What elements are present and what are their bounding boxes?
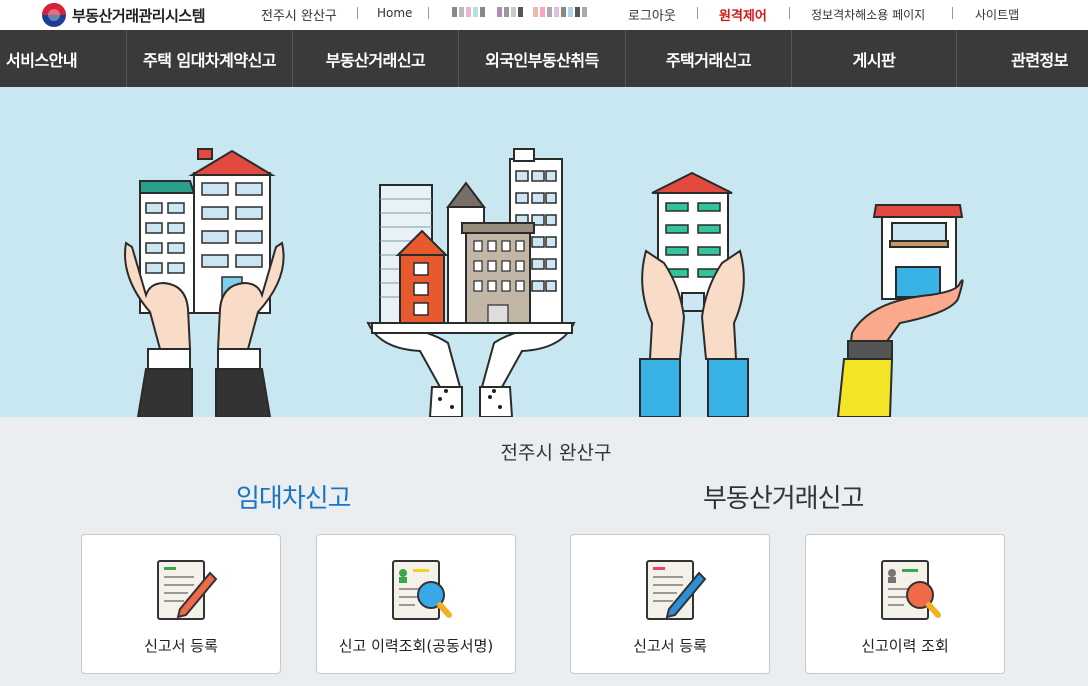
main-navigation: 서비스안내 주택 임대차계약신고 부동산거래신고 외국인부동산취득 주택거래신고… bbox=[0, 30, 1088, 87]
trade-register-card[interactable]: 신고서 등록 bbox=[570, 534, 770, 674]
taegeuk-logo-icon bbox=[42, 3, 66, 27]
accessibility-page-link[interactable]: 정보격차해소용 페이지 bbox=[811, 6, 925, 23]
nav-house-trade-report[interactable]: 주택거래신고 bbox=[626, 30, 792, 87]
sitemap-link[interactable]: 사이트맵 bbox=[975, 6, 1019, 23]
nav-service-info[interactable]: 서비스안내 bbox=[0, 30, 127, 87]
lease-history-card[interactable]: 신고 이력조회(공동서명) bbox=[316, 534, 516, 674]
lease-report-title: 임대차신고 bbox=[236, 484, 352, 514]
remote-control-link[interactable]: 원격제어 bbox=[719, 5, 767, 24]
logo-text: 부동산거래관리시스템 bbox=[72, 6, 206, 25]
divider bbox=[789, 7, 790, 19]
card-label: 신고 이력조회(공동서명) bbox=[338, 637, 494, 655]
nav-related-info[interactable]: 관련정보 bbox=[957, 30, 1088, 87]
divider bbox=[428, 7, 429, 19]
nav-foreigner-acquisition[interactable]: 외국인부동산취득 bbox=[459, 30, 626, 87]
nav-lease-report[interactable]: 주택 임대차계약신고 bbox=[127, 30, 293, 87]
region-name: 전주시 완산구 bbox=[500, 442, 612, 464]
site-logo[interactable]: 부동산거래관리시스템 bbox=[42, 3, 206, 27]
lease-register-card[interactable]: 신고서 등록 bbox=[81, 534, 281, 674]
redacted-user-name bbox=[452, 7, 587, 17]
divider bbox=[697, 7, 698, 19]
home-link[interactable]: Home bbox=[377, 6, 412, 20]
logout-link[interactable]: 로그아웃 bbox=[628, 5, 676, 24]
card-label: 신고이력 조회 bbox=[861, 637, 949, 655]
top-utility-bar: 부동산거래관리시스템 전주시 완산구 Home 로그아웃 원격제어 정보격차해소… bbox=[0, 0, 1088, 30]
region-link[interactable]: 전주시 완산구 bbox=[261, 5, 337, 24]
divider bbox=[952, 7, 953, 19]
divider bbox=[357, 7, 358, 19]
document-edit-icon bbox=[157, 560, 218, 620]
document-search-icon bbox=[881, 560, 941, 620]
card-label: 신고서 등록 bbox=[144, 637, 218, 655]
card-label: 신고서 등록 bbox=[633, 637, 707, 655]
nav-trade-report[interactable]: 부동산거래신고 bbox=[293, 30, 459, 87]
document-edit-icon bbox=[646, 560, 707, 620]
trade-report-title: 부동산거래신고 bbox=[703, 484, 864, 514]
document-search-icon bbox=[392, 560, 452, 620]
hands-holding-buildings-illustration bbox=[124, 148, 964, 417]
trade-history-card[interactable]: 신고이력 조회 bbox=[805, 534, 1005, 674]
nav-board[interactable]: 게시판 bbox=[792, 30, 957, 87]
hero-banner bbox=[0, 87, 1088, 417]
